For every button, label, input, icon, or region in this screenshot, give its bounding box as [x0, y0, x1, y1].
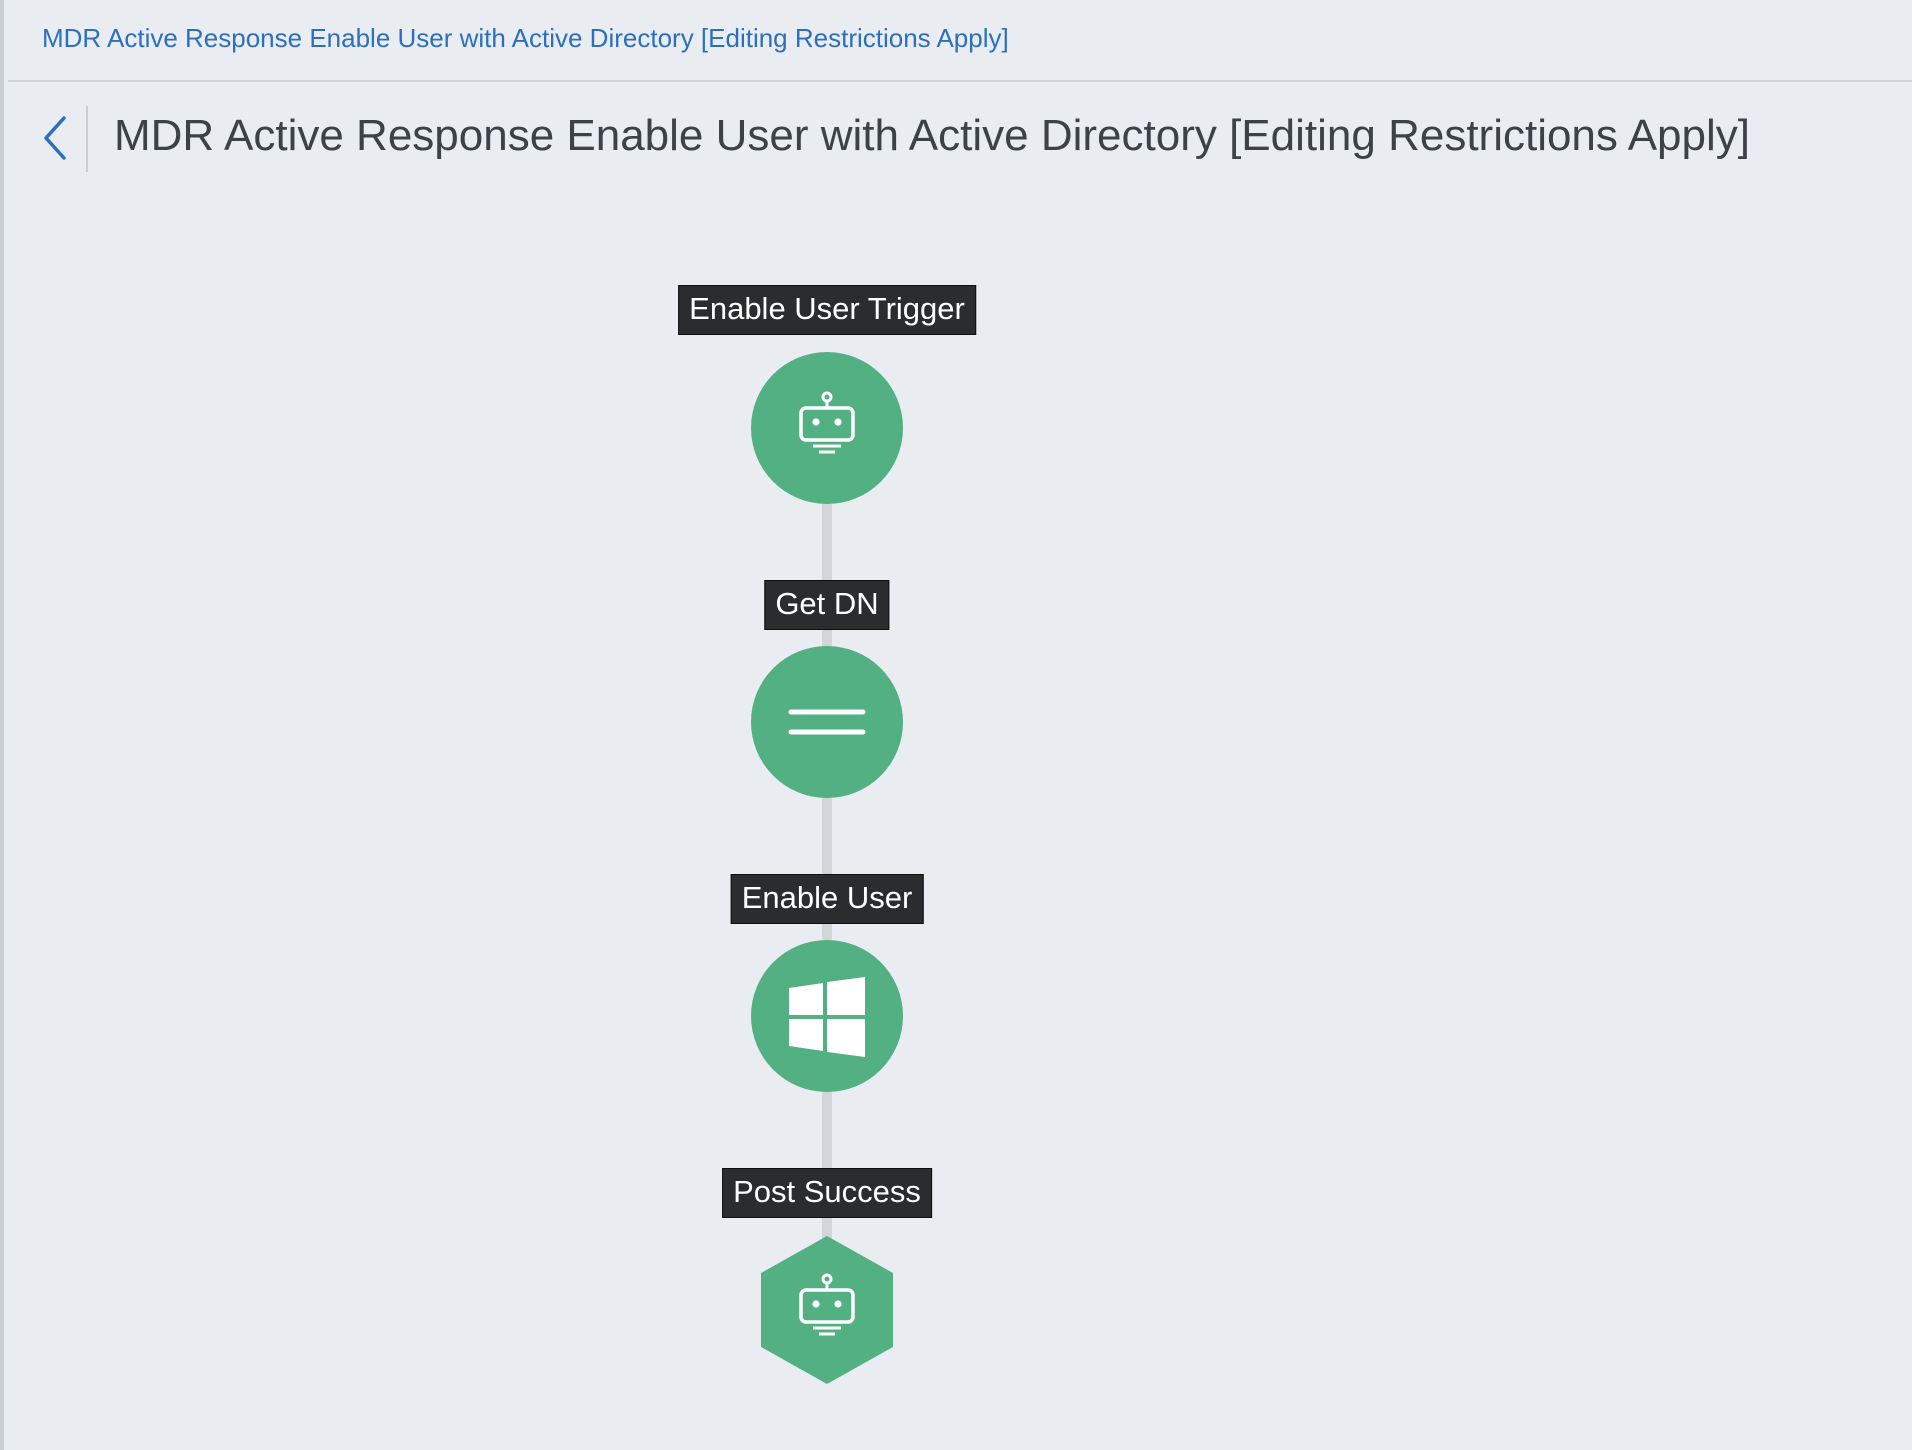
robot-icon — [799, 391, 855, 454]
node-label-get-dn[interactable]: Get DN — [764, 580, 890, 630]
node-label-post-success[interactable]: Post Success — [722, 1168, 932, 1218]
title-row: MDR Active Response Enable User with Act… — [8, 100, 1908, 180]
workflow-node-get-dn[interactable] — [751, 646, 903, 798]
windows-icon — [789, 977, 865, 1057]
equals-icon — [788, 709, 866, 735]
breadcrumb: MDR Active Response Enable User with Act… — [8, 0, 1912, 82]
workflow-node-post-success[interactable] — [751, 1234, 903, 1386]
workflow-canvas: Enable User Trigger Get DN Enable User P… — [8, 180, 1912, 1448]
node-label-enable-user[interactable]: Enable User — [730, 874, 924, 924]
chevron-left-icon — [44, 116, 66, 160]
workflow-node-enable-user-trigger[interactable] — [751, 352, 903, 504]
robot-icon — [761, 1236, 893, 1384]
breadcrumb-link[interactable]: MDR Active Response Enable User with Act… — [42, 23, 1009, 54]
node-label-enable-user-trigger[interactable]: Enable User Trigger — [678, 285, 976, 335]
workflow-node-enable-user[interactable] — [751, 940, 903, 1092]
app-frame: MDR Active Response Enable User with Act… — [0, 0, 1912, 1450]
page-title: MDR Active Response Enable User with Act… — [114, 111, 1750, 160]
title-divider — [86, 106, 88, 172]
back-button[interactable] — [32, 112, 80, 164]
